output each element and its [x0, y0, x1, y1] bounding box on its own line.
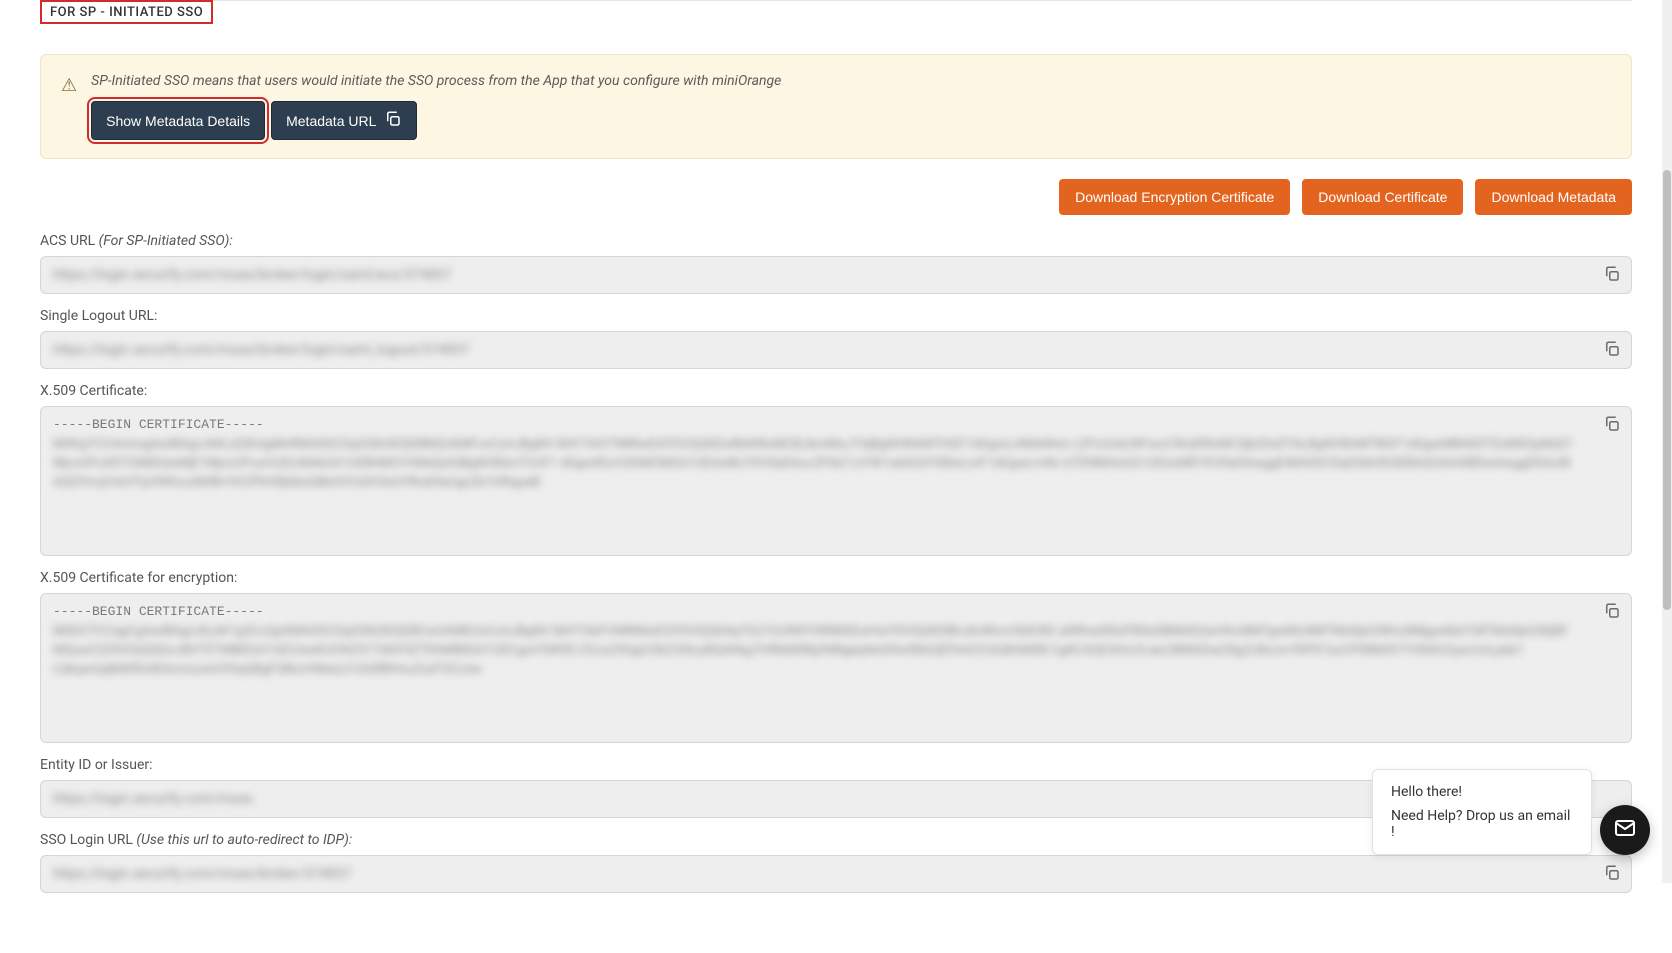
mail-icon	[1613, 816, 1637, 844]
metadata-url-label: Metadata URL	[286, 113, 376, 129]
copy-icon	[384, 110, 402, 131]
copy-icon[interactable]	[1603, 602, 1621, 624]
section-title: FOR SP - INITIATED SSO	[50, 5, 203, 20]
copy-icon[interactable]	[1603, 340, 1621, 362]
copy-icon[interactable]	[1603, 265, 1621, 287]
acs-url-label: ACS URL (For SP-Initiated SSO):	[40, 233, 1632, 249]
chat-popup: Hello there! Need Help? Drop us an email…	[1372, 769, 1592, 855]
slo-url-label: Single Logout URL:	[40, 308, 1632, 324]
info-banner: ⚠ SP-Initiated SSO means that users woul…	[40, 54, 1632, 159]
chat-fab-button[interactable]	[1600, 805, 1650, 855]
acs-url-field: https://login.xecurify.com/moas/broker/l…	[40, 256, 1632, 294]
sso-login-url-field: https://login.xecurify.com/moas/broker/3…	[40, 855, 1632, 893]
download-metadata-button[interactable]: Download Metadata	[1475, 179, 1632, 215]
x509-enc-cert-label: X.509 Certificate for encryption:	[40, 570, 1632, 586]
show-metadata-details-button[interactable]: Show Metadata Details	[91, 101, 265, 140]
download-encryption-certificate-button[interactable]: Download Encryption Certificate	[1059, 179, 1290, 215]
vertical-scrollbar[interactable]	[1662, 0, 1672, 883]
scrollbar-thumb[interactable]	[1663, 170, 1671, 610]
copy-icon[interactable]	[1603, 415, 1621, 437]
chat-help-text: Need Help? Drop us an email !	[1391, 808, 1573, 840]
metadata-url-button[interactable]: Metadata URL	[271, 101, 417, 140]
info-text: SP-Initiated SSO means that users would …	[91, 73, 1611, 89]
section-title-highlight: FOR SP - INITIATED SSO	[40, 0, 213, 24]
x509-cert-field: -----BEGIN CERTIFICATE----- MIIDgTCCAmmg…	[40, 406, 1632, 556]
x509-cert-label: X.509 Certificate:	[40, 383, 1632, 399]
x509-enc-cert-field: -----BEGIN CERTIFICATE----- MIIDCTCCagCg…	[40, 593, 1632, 743]
chat-greeting: Hello there!	[1391, 784, 1573, 800]
warning-icon: ⚠	[61, 75, 77, 96]
download-certificate-button[interactable]: Download Certificate	[1302, 179, 1463, 215]
slo-url-field: https://login.xecurify.com/moas/broker/l…	[40, 331, 1632, 369]
